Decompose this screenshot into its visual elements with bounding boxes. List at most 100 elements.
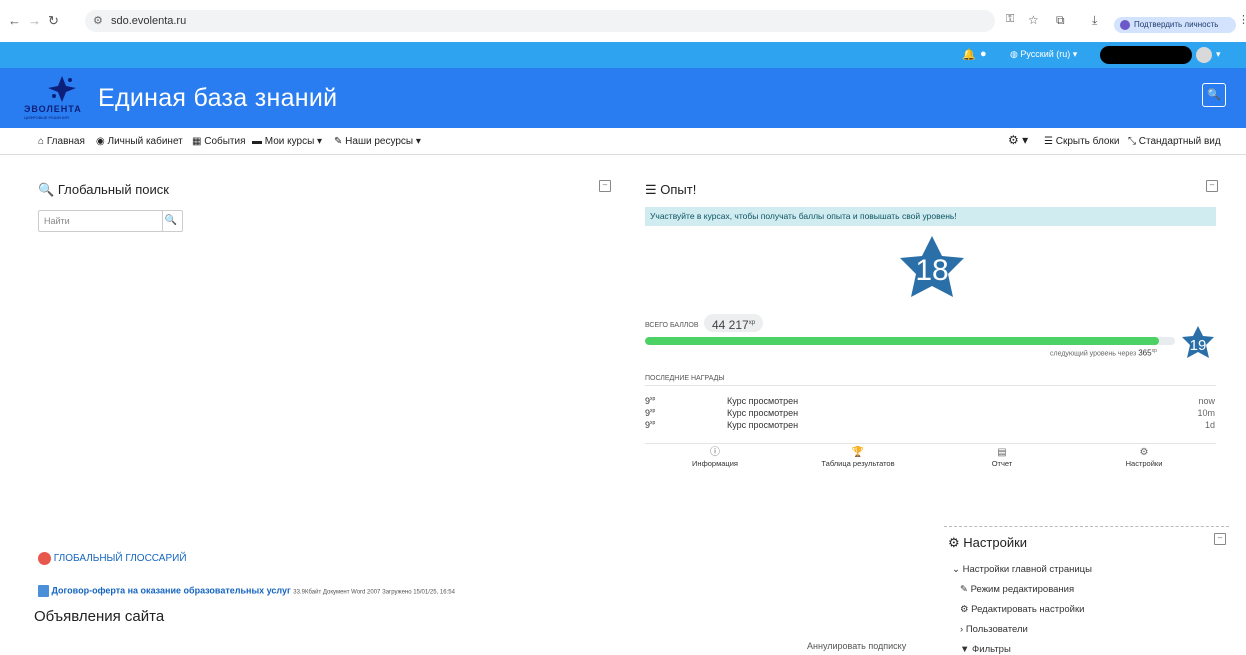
identity-chip[interactable]: Подтвердить личность	[1114, 17, 1236, 33]
password-key-icon[interactable]: ⚿	[1006, 13, 1014, 26]
xp-unit: xp	[1151, 348, 1157, 354]
filter-icon: ▼	[960, 644, 970, 655]
reload-icon[interactable]: ↻	[48, 13, 59, 29]
gear-icon: ⚙	[1139, 447, 1149, 458]
divider	[645, 443, 1216, 444]
bell-icon[interactable]: 🔔	[962, 48, 976, 61]
xp-block-title: ☰ Опыт!	[645, 182, 696, 198]
gear-menu[interactable]: ⚙ ▾	[1008, 133, 1028, 147]
glossary-title: ГЛОБАЛЬНЫЙ ГЛОССАРИЙ	[53, 553, 187, 565]
standard-view-button[interactable]: ⤡ Стандартный вид	[1128, 136, 1221, 147]
user-name-redacted[interactable]	[1100, 46, 1192, 64]
settings-item-label: Редактировать настройки	[971, 604, 1085, 615]
search-submit-button[interactable]: 🔍	[160, 210, 183, 232]
calendar-icon: ▦	[192, 136, 202, 147]
collapse-block-button[interactable]: –	[1214, 533, 1226, 545]
search-input[interactable]: Найти	[38, 210, 163, 232]
main-navigation: ⌂ Главная ◉ Личный кабинет ▦ События ▬ М…	[0, 128, 1246, 155]
xp-leaderboard-button[interactable]: 🏆 Таблица результатов	[798, 447, 918, 468]
dashboard-icon: ◉	[96, 136, 105, 147]
expand-icon: ⤡	[1128, 136, 1136, 147]
header-search-button[interactable]: 🔍	[1202, 83, 1226, 107]
document-meta: 33.9Кбайт Документ Word 2007 Загружено 1…	[293, 589, 455, 596]
next-level-value: 365	[1138, 348, 1152, 358]
nav-label: Мои курсы	[264, 136, 315, 147]
footer-label: Информация	[692, 459, 738, 468]
settings-edit-mode[interactable]: ✎ Режим редактирования	[960, 584, 1074, 595]
announcements-title: Объявления сайта	[34, 608, 165, 625]
trophy-icon: 🏆	[851, 447, 865, 458]
address-bar[interactable]: ⚙ sdo.evolenta.ru	[85, 10, 995, 32]
divider	[645, 385, 1216, 386]
settings-item-label: Пользователи	[965, 624, 1028, 635]
forward-icon[interactable]: →	[28, 13, 41, 28]
avatar[interactable]	[1196, 47, 1212, 63]
chevron-down-icon: ⌄	[952, 564, 960, 575]
xp-info-button[interactable]: ⓘ Информация	[655, 447, 775, 468]
browser-menu-icon[interactable]: ⋮	[1238, 13, 1246, 26]
xp-notice: Участвуйте в курсах, чтобы получать балл…	[645, 207, 1216, 226]
wrench-icon: ✎	[334, 136, 343, 147]
xp-report-button[interactable]: ▤ Отчет	[942, 447, 1062, 468]
block-title: Настройки	[963, 535, 1028, 550]
site-header: ЭВОЛЕНТА ЦИФРОВЫЕ РЕШЕНИЯ Единая база зн…	[0, 68, 1246, 128]
top-navbar: 🔔 ● ◍ Русский (ru) ▾ ▾	[0, 42, 1246, 68]
nav-label: Личный кабинет	[107, 136, 183, 147]
xp-progress-fill	[645, 337, 1160, 345]
globe-icon: ◍	[1010, 49, 1018, 59]
list-icon: ☰	[645, 182, 657, 197]
pencil-icon: ✎	[960, 584, 968, 595]
hide-blocks-icon: ☰	[1044, 136, 1053, 147]
nav-item-resources[interactable]: ✎ Наши ресурсы ▾	[334, 136, 421, 147]
glossary-icon	[38, 552, 51, 565]
info-icon: ⓘ	[710, 447, 720, 458]
block-title: Глобальный поиск	[57, 182, 169, 197]
nav-item-my-courses[interactable]: ▬ Мои курсы ▾	[252, 136, 322, 147]
footer-label: Таблица результатов	[821, 459, 895, 468]
next-level: 19	[1190, 337, 1207, 354]
reward-text: Курс просмотрен	[727, 396, 799, 406]
back-icon[interactable]: ←	[8, 13, 21, 28]
total-points-label: ВСЕГО БАЛЛОВ	[645, 322, 699, 329]
report-icon: ▤	[997, 447, 1007, 458]
settings-edit-settings[interactable]: ⚙ Редактировать настройки	[960, 604, 1084, 615]
xp-settings-button[interactable]: ⚙ Настройки	[1084, 447, 1204, 468]
language-menu[interactable]: ◍ Русский (ru) ▾	[1010, 49, 1077, 60]
footer-label: Отчет	[991, 459, 1013, 468]
download-icon[interactable]: ⤓	[1092, 13, 1097, 28]
reward-text: Курс просмотрен	[727, 408, 799, 418]
hide-blocks-label: Скрыть блоки	[1055, 136, 1120, 147]
nav-label: Главная	[46, 136, 85, 147]
standard-view-label: Стандартный вид	[1138, 136, 1221, 147]
nav-item-dashboard[interactable]: ◉ Личный кабинет	[96, 136, 183, 147]
collapse-block-button[interactable]: –	[1206, 180, 1218, 192]
hide-blocks-button[interactable]: ☰ Скрыть блоки	[1044, 136, 1119, 147]
home-icon: ⌂	[38, 136, 45, 147]
reward-points: 9xp	[645, 408, 656, 418]
bookmark-star-icon[interactable]: ☆	[1028, 13, 1039, 27]
document-link[interactable]: Договор-оферта на оказание образовательн…	[52, 585, 291, 595]
site-title: Единая база знаний	[98, 84, 338, 112]
nav-item-events[interactable]: ▦ События	[192, 136, 246, 147]
user-menu-chevron-icon[interactable]: ▾	[1216, 49, 1221, 60]
reward-time: 10m	[1197, 408, 1215, 418]
site-logo[interactable]: ЭВОЛЕНТА ЦИФРОВЫЕ РЕШЕНИЯ	[24, 74, 94, 122]
unsubscribe-link[interactable]: Аннулировать подписку	[807, 641, 906, 651]
next-level-text: следующий уровень через	[1050, 350, 1137, 358]
next-level-info: следующий уровень через 365xp	[1050, 348, 1157, 357]
reward-time: now	[1198, 396, 1215, 406]
glossary-link[interactable]: ГЛОБАЛЬНЫЙ ГЛОССАРИЙ	[38, 552, 187, 565]
logo-subtext: ЦИФРОВЫЕ РЕШЕНИЯ	[24, 115, 69, 120]
total-points-pill: 44 217xp	[704, 314, 764, 332]
settings-users[interactable]: › Пользователи	[960, 624, 1028, 635]
current-level: 18	[915, 254, 948, 287]
messages-icon[interactable]: ●	[980, 48, 987, 60]
nav-item-home[interactable]: ⌂ Главная	[38, 136, 85, 147]
total-points-value: 44 217	[712, 318, 749, 332]
search-icon: 🔍	[164, 215, 178, 226]
settings-main-page-node[interactable]: ⌄ Настройки главной страницы	[952, 564, 1092, 575]
settings-filters[interactable]: ▼ Фильтры	[960, 644, 1011, 655]
extensions-icon[interactable]: ⧉	[1056, 13, 1065, 28]
collapse-block-button[interactable]: –	[599, 180, 611, 192]
site-info-icon[interactable]: ⚙	[93, 10, 103, 32]
